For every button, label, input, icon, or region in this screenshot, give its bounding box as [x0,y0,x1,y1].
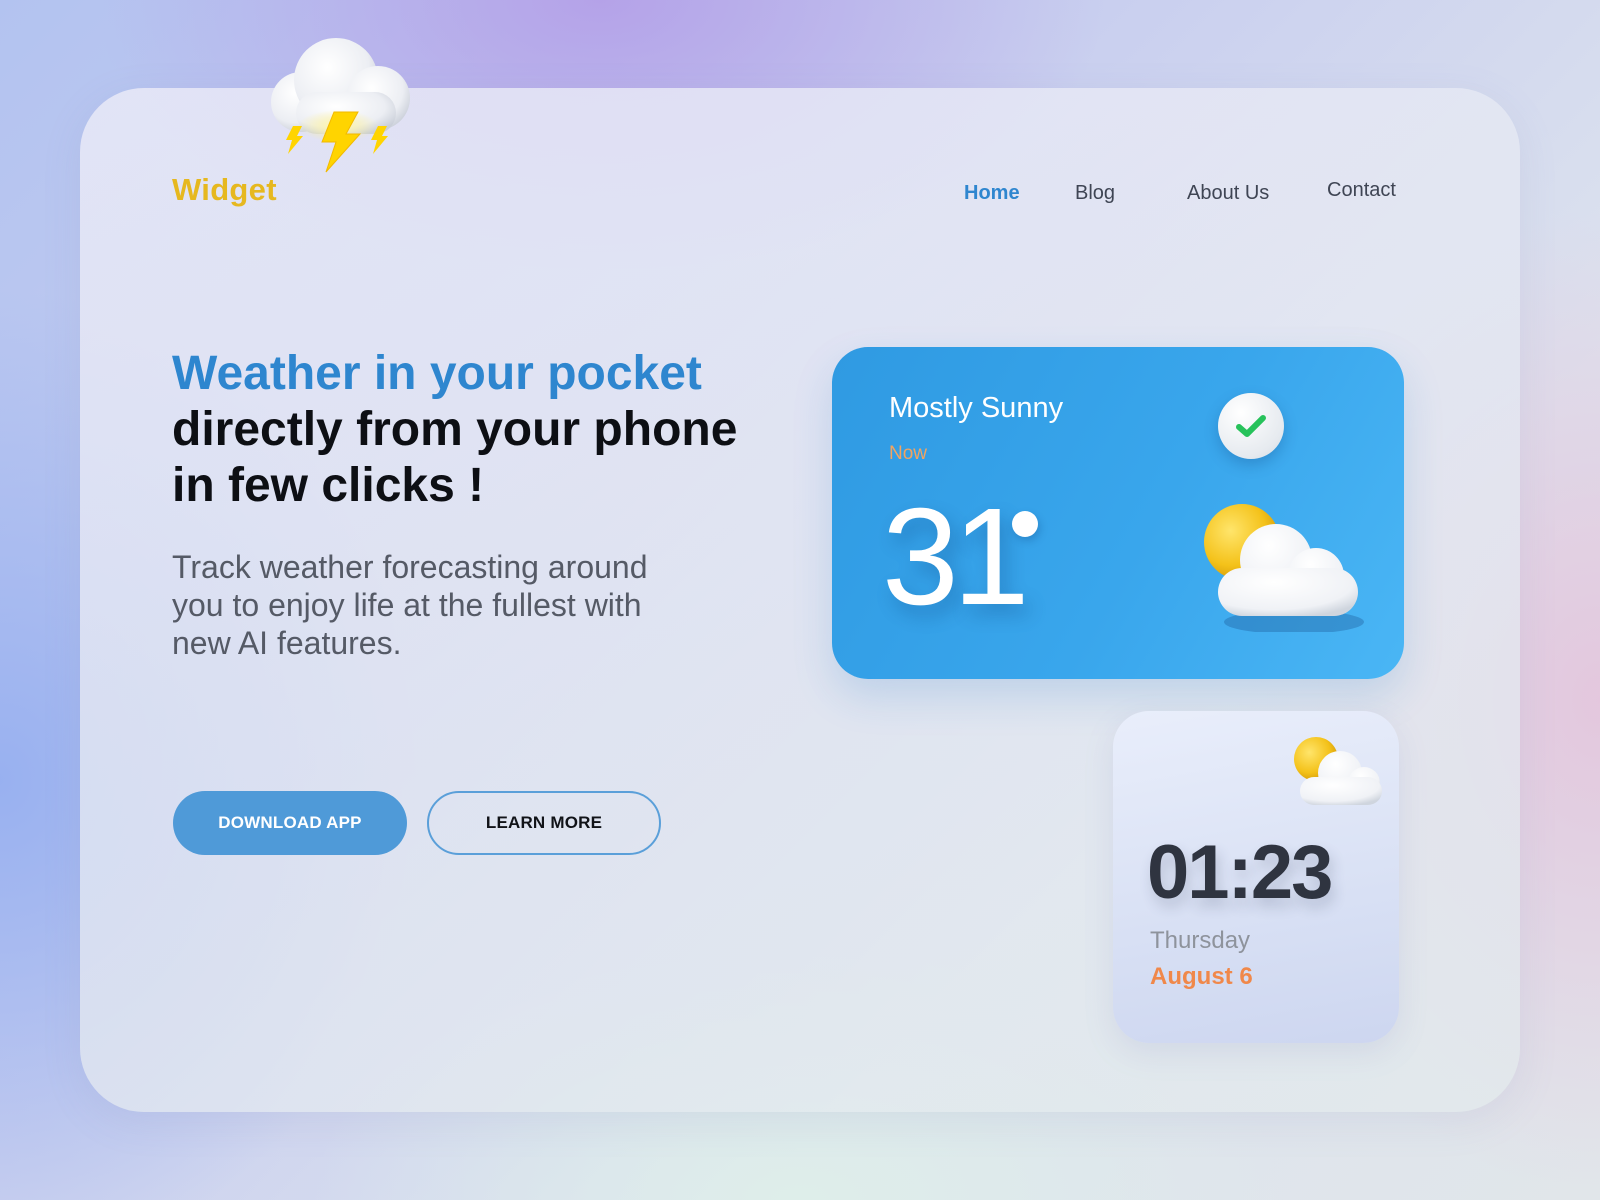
hero-subtitle: Track weather forecasting around you to … [172,549,648,661]
nav-home[interactable]: Home [964,182,1020,205]
temperature-value: 31 [882,480,1029,634]
hero-title-rest: directly from your phone in few clicks ! [172,403,738,512]
learn-more-button[interactable]: LEARN MORE [427,791,661,855]
weather-time-label: Now [889,443,928,464]
weather-condition: Mostly Sunny [889,392,1064,424]
clock-day: Thursday [1150,927,1251,954]
nav-contact[interactable]: Contact [1327,179,1396,202]
main-nav: Home Blog About Us Contact [0,179,1600,212]
degree-icon [1012,511,1038,537]
download-app-button[interactable]: DOWNLOAD APP [173,791,407,855]
check-icon[interactable] [1218,393,1284,459]
clock-date: August 6 [1150,963,1253,990]
partly-sunny-icon [1294,737,1382,805]
clock-time: 01:23 [1147,830,1333,915]
hero-title-highlight: Weather in your pocket [172,347,702,400]
hero-title: Weather in your pocket directly from you… [172,346,792,514]
nav-blog[interactable]: Blog [1075,182,1115,205]
thunderstorm-icon [271,38,410,173]
partly-sunny-icon [1204,504,1364,632]
clock-widget[interactable]: 01:23 Thursday August 6 [1113,711,1399,1043]
nav-about-us[interactable]: About Us [1187,182,1269,205]
weather-widget[interactable]: Mostly Sunny Now 31 [832,347,1404,679]
